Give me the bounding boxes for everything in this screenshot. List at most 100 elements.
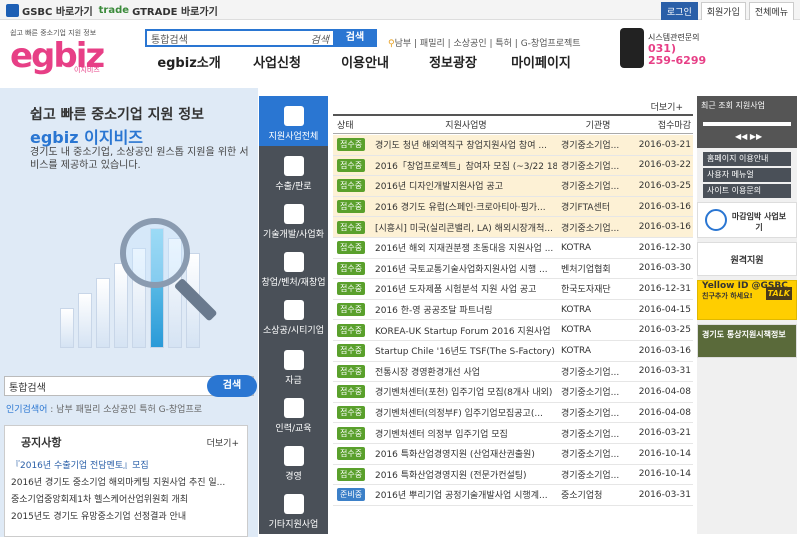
table-row[interactable]: 접수중 경기벤처센터(포천) 입주기업 모집(8개사 내외) 경기중소기업... 20… — [333, 382, 693, 403]
table-body: 접수중 경기도 청년 해외역직구 창업지원사업 참여 ... 경기중소기업... 20… — [333, 135, 693, 506]
nav-all-programs[interactable]: 지원사업전체 — [259, 96, 328, 146]
nav-export[interactable]: 수출/판로 — [259, 150, 328, 192]
book-icon — [283, 398, 304, 418]
table-row[interactable]: 접수중 2016「창업프로젝트」참여자 모집 (~3/22 18... 경기중소기업… — [333, 155, 693, 177]
program-name[interactable]: 2016년 디자인개발지원사업 공고 — [375, 179, 557, 192]
top-bar: GSBC 바로가기 trade GTRADE 바로가기 로그인 회원가입 전체메뉴 — [0, 0, 800, 21]
table-row[interactable]: 접수중 2016년 디자인개발지원사업 공고 경기중소기업... 2016-03-25 — [333, 176, 693, 197]
program-name[interactable]: 전통시장 경영환경개선 사업 — [375, 365, 557, 378]
search-icon: ⚲ — [388, 39, 395, 49]
table-row[interactable]: 접수중 경기벤처센터 의정부 입주기업 모집 경기중소기업... 2016-03-21 — [333, 423, 693, 444]
program-name[interactable]: 2016 경기도 유럽(스페인·크로아티아·핑가... — [375, 200, 557, 213]
program-name[interactable]: 경기벤처센터(포천) 입주기업 모집(8개사 내외) — [375, 385, 557, 398]
list-more-link[interactable]: 더보기+ — [651, 100, 683, 113]
program-name[interactable]: 2016년 국토교통기술사업화지원사업 시행 ... — [375, 262, 557, 275]
program-name[interactable]: 2016「창업프로젝트」참여자 모집 (~3/22 18... — [375, 159, 557, 172]
table-row[interactable]: 준비중 2016년 뿌리기업 공정기술개발사업 시행계... 중소기업청 2016-0… — [333, 485, 693, 506]
program-name[interactable]: 2016 한-영 공공조달 파트너링 — [375, 303, 557, 316]
recent-arrows[interactable]: ◀◀ ▶▶ — [735, 132, 762, 141]
program-name[interactable]: 2016 특화산업경영지원 (산업재산권출원) — [375, 447, 557, 460]
table-row[interactable]: 접수중 2016년 국토교통기술사업화지원사업 시행 ... 벤처기업협회 2016-… — [333, 259, 693, 280]
table-row[interactable]: 접수중 2016 특화산업경영지원 (산업재산권출원) 경기중소기업... 2016-… — [333, 444, 693, 465]
agency-name: 한국도자재단 — [561, 285, 611, 296]
table-row[interactable]: 접수중 2016 한-영 공공조달 파트너링 KOTRA 2016-04-15 — [333, 300, 693, 321]
table-row[interactable]: 접수중 2016 특화산업경영지원 (전문가컨설팅) 경기중소기업... 2016-1… — [333, 465, 693, 486]
nav-small-business[interactable]: 소상공/시티기업 — [259, 294, 328, 336]
notice-item[interactable]: 『2016년 수출기업 전담멘토』모집 — [11, 458, 243, 475]
table-row[interactable]: 접수중 경기벤처센터(의정부F) 입주기업모집공고(... 경기중소기업... 201… — [333, 403, 693, 424]
table-row[interactable]: 접수중 KOREA-UK Startup Forum 2016 지원사업 KOTRA… — [333, 320, 693, 341]
table-row[interactable]: 접수중 Startup Chile '16년도 TSF(The S-Factory… — [333, 341, 693, 362]
notice-more-link[interactable]: 더보기+ — [207, 436, 239, 449]
notice-item[interactable]: 중소기업중앙회제1차 헬스케어산업위원회 개최 — [11, 492, 243, 509]
hero-search-button[interactable]: 검색 — [207, 375, 257, 397]
gnb-mypage[interactable]: 마이페이지 — [497, 52, 585, 71]
program-name[interactable]: 2016년 뿌리기업 공정기술개발사업 시행계... — [375, 488, 557, 501]
gsbc-link[interactable]: GSBC 바로가기 — [6, 3, 93, 18]
gtrade-link[interactable]: trade GTRADE 바로가기 — [99, 3, 218, 18]
table-row[interactable]: 접수중 2016 경기도 유럽(스페인·크로아티아·핑가... 경기FTA센터 201… — [333, 196, 693, 218]
gnb-egbiz-intro[interactable]: egbiz소개 — [145, 52, 233, 71]
hero-search-input[interactable]: 통합검색 검색 검색 — [4, 375, 257, 397]
header-search-button[interactable]: 검색 — [333, 29, 377, 47]
deadline-date: 2016-03-21 — [638, 428, 691, 439]
table-row[interactable]: 접수중 [시흥시] 미국(실리콘밸리, LA) 해외시장개척... 경기중소기업..… — [333, 217, 693, 238]
status-badge: 접수중 — [337, 344, 366, 358]
export-icon — [283, 156, 304, 176]
nav-startup[interactable]: 창업/벤처/재창업 — [259, 246, 328, 288]
table-row[interactable]: 접수중 2016년 도자제품 시험분석 지원 사업 공고 한국도자재단 2016-12… — [333, 279, 693, 300]
gnb-info[interactable]: 정보광장 — [409, 52, 497, 71]
program-name[interactable]: 2016년 해외 지재권분쟁 초동대응 지원사업 ... — [375, 241, 557, 254]
table-row[interactable]: 접수중 2016년 해외 지재권분쟁 초동대응 지원사업 ... KOTRA 2016… — [333, 238, 693, 259]
program-name[interactable]: KOREA-UK Startup Forum 2016 지원사업 — [375, 324, 557, 337]
hero-brand: egbiz 이지비즈 — [30, 128, 144, 147]
tech-icon — [283, 204, 304, 224]
login-button[interactable]: 로그인 — [660, 2, 698, 21]
table-row[interactable]: 접수중 전통시장 경영환경개선 사업 경기중소기업... 2016-03-31 — [333, 362, 693, 383]
program-name[interactable]: Startup Chile '16년도 TSF(The S-Factory) 1… — [375, 344, 557, 357]
join-link[interactable]: 회원가입 — [700, 2, 746, 21]
status-badge: 준비중 — [337, 488, 366, 502]
deadline-card[interactable]: 마감임박 사업보기 — [697, 202, 797, 238]
program-name[interactable]: 2016년 도자제품 시험분석 지원 사업 공고 — [375, 282, 557, 295]
program-name[interactable]: 경기도 청년 해외역직구 창업지원사업 참여 ... — [375, 138, 557, 151]
table-header: 상태 지원사업명 기관명 접수마감 — [333, 114, 693, 134]
notice-title: 공지사항 — [21, 436, 62, 449]
deadline-date: 2016-12-30 — [638, 242, 691, 253]
notice-item[interactable]: 2016년 경기도 중소기업 해외마케팅 지원사업 추진 일... — [11, 475, 243, 492]
gnb-guide[interactable]: 이용안내 — [321, 52, 409, 71]
nav-funding[interactable]: 자금 — [259, 344, 328, 386]
notice-panel: 공지사항 더보기+ 『2016년 수출기업 전담멘토』모집 2016년 경기도 … — [4, 425, 248, 537]
allmenu-link[interactable]: 전체메뉴 — [748, 2, 794, 21]
building-icon — [283, 300, 304, 320]
agency-name: 경기중소기업... — [561, 388, 620, 399]
hero-section: 쉽고 빠른 중소기업 지원 정보 egbiz 이지비즈 경기도 내 중소기업, … — [0, 88, 258, 537]
nav-management[interactable]: 경영 — [259, 440, 328, 482]
gnb-apply[interactable]: 사업신청 — [233, 52, 321, 71]
remote-support-card[interactable]: 원격지원 — [697, 242, 797, 276]
nav-hr[interactable]: 인력/교육 — [259, 392, 328, 434]
hero-keywords[interactable]: 인기검색어 : 남부 패밀리 소상공인 특허 G-창업프로 — [6, 402, 202, 415]
deadline-date: 2016-03-25 — [638, 325, 691, 336]
program-name[interactable]: 경기벤처센터 의정부 입주기업 모집 — [375, 427, 557, 440]
status-badge: 접수중 — [337, 241, 366, 255]
site-inquiry-button[interactable]: 사이트 이용문의 — [703, 184, 791, 198]
nav-tech[interactable]: 기술개발/사업화 — [259, 198, 328, 240]
home-guide-button[interactable]: 홈페이지 이용안내 — [703, 152, 791, 166]
nav-etc[interactable]: 기타지원사업 — [259, 488, 328, 530]
popular-keywords[interactable]: ⚲남부 | 패밀리 | 소상공인 | 특허 | G-창업프로젝트 — [388, 36, 581, 49]
contact-info: 시스템관련문의 031) 259-6299 — [648, 33, 707, 67]
program-name[interactable]: 2016 특화산업경영지원 (전문가컨설팅) — [375, 468, 557, 481]
agency-name: 경기중소기업... — [561, 409, 620, 420]
program-name[interactable]: [시흥시] 미국(실리콘밸리, LA) 해외시장개척... — [375, 221, 557, 234]
yellow-id-card[interactable]: Yellow ID @GSBC 친구추가 하세요! TALK — [697, 280, 797, 320]
logo-korean: 이지비즈 — [74, 66, 100, 74]
program-name[interactable]: 경기벤처센터(의정부F) 입주기업모집공고(... — [375, 406, 557, 419]
gg-trade-card[interactable]: 경기도 통상지원시책정보 — [697, 324, 797, 358]
table-row[interactable]: 접수중 경기도 청년 해외역직구 창업지원사업 참여 ... 경기중소기업... 20… — [333, 135, 693, 156]
deadline-date: 2016-03-22 — [638, 160, 691, 171]
user-manual-button[interactable]: 사용자 메뉴얼 — [703, 168, 791, 182]
status-badge: 접수중 — [337, 282, 366, 296]
header-search-input[interactable]: 통합검색 검색 검색 — [145, 29, 377, 47]
notice-item[interactable]: 2015년도 경기도 유망중소기업 선정결과 안내 — [11, 509, 243, 526]
